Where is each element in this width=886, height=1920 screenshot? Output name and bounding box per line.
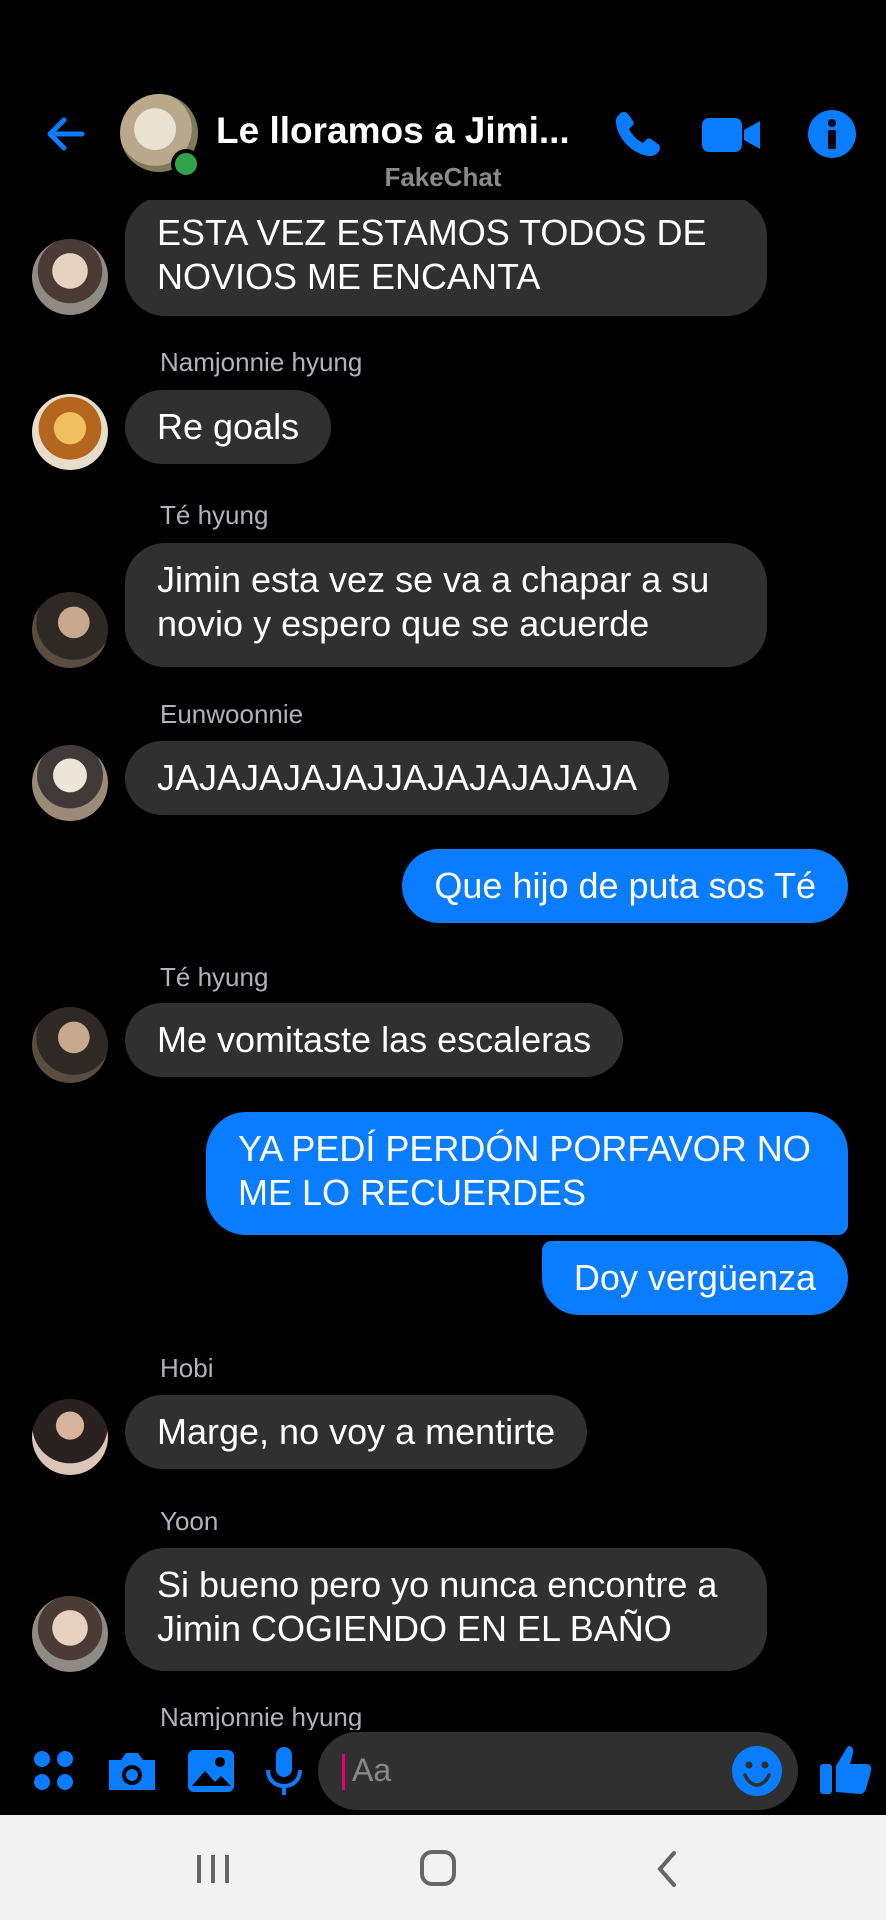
message-bubble-in[interactable]: JAJAJAJAJAJJAJAJAJAJAJA (125, 741, 670, 815)
message-bubble-in[interactable]: ESTA VEZ ESTAMOS TODOS DE NOVIOS ME ENCA… (125, 196, 767, 316)
system-navigation-bar (0, 1815, 886, 1920)
hobi-avatar[interactable] (32, 1399, 108, 1475)
home-icon[interactable] (415, 1849, 461, 1889)
composer-bar: Aa (0, 1730, 886, 1815)
yoon-avatar[interactable] (32, 1596, 108, 1672)
namjonnie-avatar[interactable] (32, 394, 108, 470)
thumbs-up-icon[interactable] (816, 1740, 874, 1798)
recent-apps-icon[interactable] (190, 1849, 236, 1889)
sender-name: Namjonnie hyung (160, 347, 363, 377)
info-icon[interactable] (804, 106, 860, 162)
sender-name: Hobi (160, 1353, 214, 1383)
apps-icon[interactable] (25, 1742, 83, 1800)
message-bubble-out[interactable]: Doy vergüenza (541, 1241, 848, 1315)
message-list[interactable]: ESTA VEZ ESTAMOS TODOS DE NOVIOS ME ENCA… (0, 0, 886, 1730)
text-cursor (342, 1754, 345, 1790)
message-bubble-in[interactable]: Re goals (125, 390, 332, 464)
message-bubble-out[interactable]: Que hijo de puta sos Té (402, 849, 848, 923)
chat-title[interactable]: Le lloramos a Jimi... (216, 110, 586, 152)
message-input[interactable]: Aa (318, 1732, 798, 1810)
sender-name: Té hyung (160, 500, 269, 530)
te-avatar[interactable] (32, 592, 108, 668)
phone-icon[interactable] (610, 106, 666, 162)
sender-name: Namjonnie hyung (160, 1702, 363, 1730)
camera-icon[interactable] (103, 1742, 161, 1800)
eunwoonnie-avatar[interactable] (32, 745, 108, 821)
message-bubble-in[interactable]: Me vomitaste las escaleras (125, 1003, 624, 1077)
chat-header: Le lloramos a Jimi... FakeChat (0, 0, 886, 200)
microphone-icon[interactable] (255, 1742, 313, 1800)
message-bubble-in[interactable]: Jimin esta vez se va a chapar a su novio… (125, 543, 767, 667)
emoji-icon[interactable] (730, 1744, 784, 1798)
sender-name: Eunwoonnie (160, 699, 304, 729)
input-placeholder: Aa (352, 1752, 392, 1788)
te-avatar[interactable] (32, 1007, 108, 1083)
sender-name: Yoon (160, 1506, 219, 1536)
message-bubble-in[interactable]: Si bueno pero yo nunca encontre a Jimin … (125, 1548, 767, 1671)
back-icon[interactable] (646, 1849, 692, 1889)
message-bubble-out[interactable]: YA PEDÍ PERDÓN PORFAVOR NO ME LO RECUERD… (206, 1112, 848, 1235)
video-camera-icon[interactable] (700, 106, 762, 162)
watermark: FakeChat (384, 162, 502, 192)
yoon-avatar[interactable] (32, 239, 108, 315)
back-arrow-icon[interactable] (40, 108, 92, 160)
sender-name: Té hyung (160, 962, 269, 992)
message-bubble-in[interactable]: Marge, no voy a mentirte (125, 1395, 588, 1469)
gallery-icon[interactable] (182, 1742, 240, 1800)
